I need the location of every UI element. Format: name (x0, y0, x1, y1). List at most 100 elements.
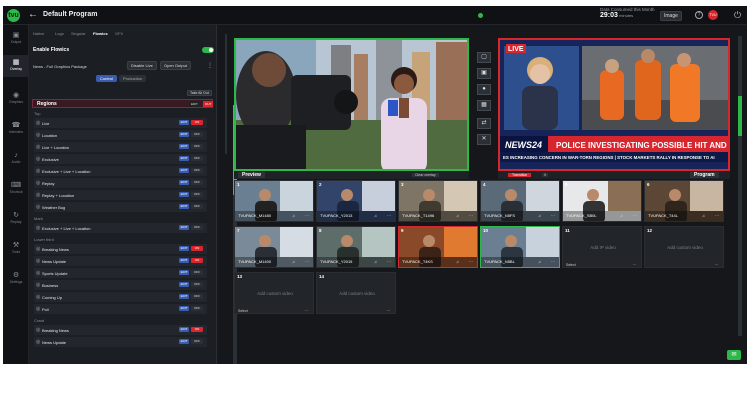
clear-overlay-button[interactable]: Clear overlay (412, 172, 439, 177)
volume-icon[interactable]: ♫ (292, 213, 295, 218)
layout-b-icon[interactable]: ▣ (477, 68, 491, 79)
region-status-badge[interactable]: ON (191, 327, 203, 332)
region-edit-badge[interactable]: EDIT (179, 192, 189, 197)
volume-icon[interactable]: ♫ (456, 259, 459, 264)
region-row[interactable]: ◎ Location EDIT OFF (34, 130, 207, 140)
tile-menu-icon[interactable]: ⋯ (387, 213, 391, 218)
nav-settings[interactable]: ⚙ Settings (3, 271, 29, 284)
enable-flowics-toggle[interactable] (202, 47, 214, 53)
region-status-badge[interactable]: OFF (191, 180, 203, 185)
nav-shortcut[interactable]: ⌨ Shortcut (3, 181, 29, 194)
region-row[interactable]: ◎ Exclusive + Live + Location EDIT OFF (34, 166, 207, 176)
source-tile-1[interactable]: TVUPACK_M1480 ♫ ⋯ 1 (234, 180, 314, 222)
region-status-badge[interactable]: ON (191, 258, 203, 263)
region-row[interactable]: ◎ Coming Up EDIT OFF (34, 292, 207, 302)
region-status-badge[interactable]: OFF (191, 192, 203, 197)
region-edit-badge[interactable]: EDIT (179, 327, 189, 332)
region-row[interactable]: ◎ Live EDIT ON (34, 118, 207, 128)
transition-button[interactable]: Transition (508, 172, 532, 177)
cut-icon[interactable]: ✕ (477, 134, 491, 145)
region-status-badge[interactable]: OFF (191, 132, 203, 137)
region-status-badge[interactable]: ON (191, 246, 203, 251)
tile-menu-icon[interactable]: ⋯ (633, 213, 637, 218)
region-edit-badge[interactable]: EDIT (179, 168, 189, 173)
tab-flowics[interactable]: Flowics (93, 31, 108, 36)
program-monitor[interactable]: LIVE NEWS24 POLICE INVESTIGATING POSSIBL… (498, 38, 730, 171)
take-all-out-button[interactable]: Take All Out (187, 90, 212, 96)
tab-native[interactable]: Native (33, 31, 44, 36)
tile-menu-icon[interactable]: ⋯ (305, 213, 309, 218)
nav-interview[interactable]: ☎ Interview (3, 121, 29, 134)
nav-audio[interactable]: ♪ Audio (3, 151, 29, 164)
region-status-badge[interactable]: ON (191, 120, 203, 125)
chat-icon[interactable]: ✉ (727, 350, 741, 360)
region-row[interactable]: ◎ News Update EDIT ON (34, 256, 207, 266)
region-edit-badge[interactable]: EDIT (179, 282, 189, 287)
source-tile-5[interactable]: TVUPACK_SB0L ♫ ⋯ 5 (562, 180, 642, 222)
region-edit-badge[interactable]: EDIT (179, 144, 189, 149)
tile-menu-icon[interactable]: ⋯ (715, 263, 719, 267)
tile-menu-icon[interactable]: ⋯ (469, 213, 473, 218)
volume-icon[interactable]: ♫ (620, 213, 623, 218)
back-arrow-icon[interactable]: ← (28, 9, 38, 20)
source-tile-11[interactable]: Add IP video Select ⋯ 11 (562, 226, 642, 268)
tile-menu-icon[interactable]: ⋯ (469, 259, 473, 264)
region-status-badge[interactable]: OFF (191, 225, 203, 230)
region-status-badge[interactable]: OFF (191, 294, 203, 299)
help-icon[interactable]: ? (695, 11, 703, 19)
region-row[interactable]: ◎ Breaking News EDIT ON (34, 325, 207, 335)
source-tile-9[interactable]: TVUPACK_T4KS ♫ ⋯ 9 (398, 226, 478, 268)
tab-gfx[interactable]: GFX (115, 31, 123, 36)
region-edit-badge[interactable]: EDIT (179, 246, 189, 251)
source-tile-7[interactable]: TVUPACK_M1400 ♫ ⋯ 7 (234, 226, 314, 268)
control-tab[interactable]: Control (96, 75, 117, 82)
tile-menu-icon[interactable]: ⋯ (387, 259, 391, 264)
region-edit-badge[interactable]: EDIT (179, 120, 189, 125)
layout-c-icon[interactable]: ▦ (477, 100, 491, 111)
add-video-label[interactable]: Add IP video (563, 245, 641, 250)
region-status-badge[interactable]: OFF (191, 270, 203, 275)
region-status-badge[interactable]: OFF (191, 339, 203, 344)
region-edit-badge[interactable]: EDIT (179, 270, 189, 275)
volume-icon[interactable]: ♫ (374, 213, 377, 218)
source-tile-10[interactable]: TVUPACK_N5BL ♫ ⋯ 10 (480, 226, 560, 268)
source-tile-6[interactable]: TVUPACK_T44L ♫ ⋯ 6 (644, 180, 724, 222)
tile-menu-icon[interactable]: ⋯ (305, 259, 309, 264)
region-status-badge[interactable]: OFF (191, 144, 203, 149)
volume-icon[interactable]: ♫ (456, 213, 459, 218)
region-row[interactable]: ◎ Weather Bug EDIT OFF (34, 202, 207, 212)
source-tile-4[interactable]: TVUPACK_N5FS ♫ ⋯ 4 (480, 180, 560, 222)
add-video-label[interactable]: Add custom video (317, 291, 395, 296)
region-edit-badge[interactable]: EDIT (179, 180, 189, 185)
record-icon[interactable]: ● (477, 84, 491, 95)
region-edit-badge[interactable]: EDIT (179, 225, 189, 230)
region-status-badge[interactable]: OFF (191, 306, 203, 311)
add-video-label[interactable]: Add custom video (645, 245, 723, 250)
region-row[interactable]: ◎ Business EDIT OFF (34, 280, 207, 290)
regions-edit-badge[interactable]: EDIT (189, 101, 200, 107)
volume-icon[interactable]: ♫ (538, 259, 541, 264)
image-button[interactable]: Image (660, 11, 682, 21)
region-status-badge[interactable]: OFF (191, 282, 203, 287)
select-label[interactable]: Select (566, 263, 576, 267)
region-edit-badge[interactable]: EDIT (179, 132, 189, 137)
volume-icon[interactable]: ♫ (374, 259, 377, 264)
disable-live-button[interactable]: Disable Live (127, 61, 157, 70)
volume-icon[interactable]: ♫ (538, 213, 541, 218)
region-status-badge[interactable]: OFF (191, 168, 203, 173)
volume-icon[interactable]: ♫ (702, 213, 705, 218)
tile-menu-icon[interactable]: ⋯ (633, 263, 637, 267)
nav-output[interactable]: ▣ Output (3, 31, 29, 44)
layout-a-icon[interactable]: ▢ (477, 52, 491, 63)
source-tile-13[interactable]: Add custom video Select ⋯ 13 (234, 272, 314, 314)
more-icon[interactable]: ⋮ (207, 62, 213, 69)
tile-menu-icon[interactable]: ⋯ (551, 259, 555, 264)
tile-menu-icon[interactable]: ⋯ (305, 309, 309, 313)
open-output-button[interactable]: Open Output (160, 61, 191, 70)
regions-out-badge[interactable]: OUT (203, 101, 214, 107)
region-row[interactable]: ◎ Sports Update EDIT OFF (34, 268, 207, 278)
source-tile-8[interactable]: TVUPACK_Y2015 ♫ ⋯ 8 (316, 226, 396, 268)
tab-logo[interactable]: Logo (55, 31, 64, 36)
preview-monitor[interactable] (234, 38, 469, 171)
regions-header[interactable]: Regions EDIT OUT (32, 99, 214, 108)
